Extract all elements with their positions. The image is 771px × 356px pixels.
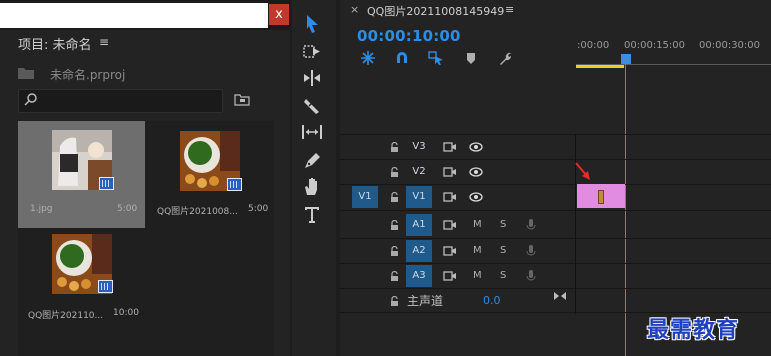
track-separator [340, 210, 771, 211]
track-target-a1[interactable]: A1 [406, 214, 432, 236]
track-a1: A1 M S [340, 213, 771, 237]
master-track-label: 主声道 [407, 294, 444, 308]
sync-lock-icon[interactable] [443, 191, 457, 203]
lock-icon[interactable] [390, 220, 399, 230]
slip-tool-icon[interactable] [300, 120, 324, 144]
clip-name: QQ图片2021008... [157, 207, 238, 217]
project-title[interactable]: 项目: 未命名 [18, 34, 92, 53]
solo-button[interactable]: S [500, 219, 506, 230]
sync-lock-icon[interactable] [443, 166, 457, 178]
nest-sequence-icon[interactable] [360, 50, 376, 66]
solo-button[interactable]: S [500, 270, 506, 281]
ruler-tick-label: 00:00:15:00 [624, 40, 686, 51]
sync-lock-icon[interactable] [443, 245, 457, 257]
media-clip[interactable]: QQ图片2021008... 5:00 [147, 121, 274, 228]
track-v1: V1 V1 [340, 185, 771, 209]
snap-icon[interactable] [394, 50, 410, 66]
sequence-tab[interactable]: QQ图片20211008145949 [367, 3, 504, 19]
selection-tool-icon[interactable] [300, 12, 324, 36]
search-icon [24, 93, 37, 106]
ruler-tick-label: :00:00 [577, 40, 610, 51]
track-separator [340, 288, 771, 289]
track-target-a3[interactable]: A3 [406, 265, 432, 287]
search-input[interactable] [18, 89, 223, 113]
watermark-text: 最需教育 [647, 317, 740, 343]
playhead-handle[interactable] [621, 54, 631, 64]
eye-icon[interactable] [469, 191, 483, 203]
eye-icon[interactable] [469, 166, 483, 178]
wrench-icon[interactable] [497, 50, 513, 66]
track-v2: V2 [340, 160, 771, 184]
ruler-tick-label: 00:00:30:00 [699, 40, 761, 51]
folder-icon [18, 68, 34, 79]
mute-button[interactable]: M [473, 245, 482, 256]
master-volume-value[interactable]: 0.0 [483, 294, 501, 307]
track-label: A3 [412, 270, 426, 281]
track-v3: V3 [340, 135, 771, 159]
source-patch-v1[interactable]: V1 [352, 186, 378, 208]
track-target-a2[interactable]: A2 [406, 240, 432, 262]
razor-tool-icon[interactable] [300, 94, 324, 118]
media-clip[interactable]: 1.jpg 5:00 [18, 121, 145, 228]
project-menu-icon[interactable]: ≡ [99, 35, 109, 49]
hand-tool-icon[interactable] [300, 174, 324, 198]
image-badge-icon [99, 177, 114, 190]
track-select-tool-icon[interactable] [300, 40, 324, 64]
mute-button[interactable]: M [473, 219, 482, 230]
track-a2: A2 M S [340, 239, 771, 263]
timeline-close-icon[interactable]: × [350, 3, 359, 16]
new-bin-icon[interactable] [234, 92, 250, 106]
type-tool-icon[interactable] [300, 202, 324, 226]
image-badge-icon [227, 178, 242, 191]
sync-lock-icon[interactable] [443, 141, 457, 153]
sync-lock-icon[interactable] [443, 270, 457, 282]
close-button[interactable]: x [269, 4, 289, 25]
track-label: V2 [412, 166, 426, 177]
clip-name: 1.jpg [30, 204, 53, 214]
lock-icon[interactable] [390, 167, 399, 177]
clip-name: QQ图片202110... [28, 311, 104, 321]
red-arrow-icon [575, 162, 590, 180]
solo-button[interactable]: S [500, 245, 506, 256]
track-target-v3[interactable]: V3 [406, 136, 432, 158]
clip-handle[interactable] [598, 190, 604, 204]
sync-lock-icon[interactable] [443, 219, 457, 231]
track-a3: A3 M S [340, 264, 771, 288]
go-to-end-icon[interactable] [553, 290, 567, 302]
image-badge-icon [98, 280, 113, 293]
media-grid: 1.jpg 5:00 QQ图片2021008... 5:00 QQ图片20211… [18, 121, 274, 356]
track-label: A2 [412, 245, 426, 256]
clip-duration: 10:00 [113, 308, 139, 318]
track-label: A1 [412, 219, 426, 230]
project-filename: 未命名.prproj [50, 68, 126, 82]
linked-selection-icon[interactable] [428, 50, 444, 66]
track-target-v2[interactable]: V2 [406, 161, 432, 183]
clip-duration: 5:00 [248, 204, 269, 214]
add-marker-icon[interactable] [463, 50, 479, 66]
lock-icon[interactable] [390, 192, 399, 202]
lock-icon[interactable] [390, 142, 399, 152]
ripple-edit-tool-icon[interactable] [300, 66, 324, 90]
timeline-menu-icon[interactable]: ≡ [505, 3, 514, 16]
panel-tab-area [0, 3, 268, 28]
track-label: V1 [412, 191, 426, 202]
clip-duration: 5:00 [117, 204, 138, 214]
work-area-bar[interactable] [576, 65, 624, 68]
microphone-icon[interactable] [524, 245, 538, 257]
track-label: V1 [358, 191, 372, 202]
playhead-timecode[interactable]: 00:00:10:00 [357, 27, 461, 45]
microphone-icon[interactable] [524, 219, 538, 231]
track-label: V3 [412, 141, 426, 152]
microphone-icon[interactable] [524, 270, 538, 282]
eye-icon[interactable] [469, 141, 483, 153]
lock-icon[interactable] [390, 271, 399, 281]
lock-icon[interactable] [390, 296, 399, 306]
media-clip[interactable]: QQ图片202110... 10:00 [18, 228, 145, 335]
track-target-v1[interactable]: V1 [406, 186, 432, 208]
lock-icon[interactable] [390, 246, 399, 256]
pen-tool-icon[interactable] [300, 148, 324, 172]
mute-button[interactable]: M [473, 270, 482, 281]
